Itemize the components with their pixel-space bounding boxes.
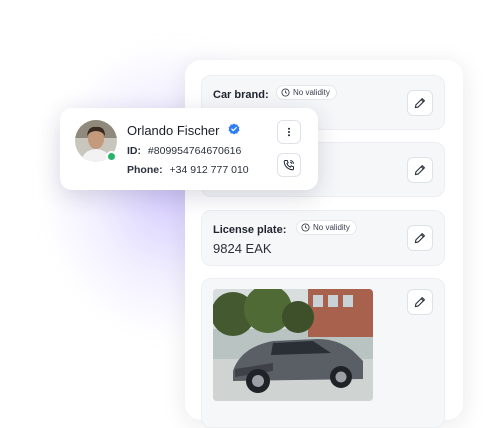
contact-card: Orlando Fischer ID: #809954764670616 Pho…: [60, 108, 318, 190]
edit-car-photo-button[interactable]: [407, 289, 433, 315]
car-photo: [213, 289, 373, 401]
more-vertical-icon: [288, 127, 290, 137]
contact-phone-line: Phone: +34 912 777 010: [127, 164, 249, 176]
license-plate-label: License plate:: [213, 224, 287, 236]
contact-name: Orlando Fischer: [127, 123, 220, 138]
contact-id-value: #809954764670616: [147, 145, 242, 157]
car-brand-label: Car brand:: [213, 89, 269, 101]
license-plate-card: License plate: No validity 9824 EAK: [201, 210, 445, 266]
edit-car-brand-button[interactable]: [407, 90, 433, 116]
pencil-icon: [414, 297, 425, 308]
pencil-icon: [414, 233, 425, 244]
clock-icon: [281, 88, 290, 97]
clock-icon: [301, 223, 310, 232]
pencil-icon: [414, 98, 425, 109]
contact-phone-label: Phone:: [127, 164, 163, 176]
validity-text: No validity: [293, 88, 330, 97]
car-brand-validity-badge: No validity: [276, 85, 337, 100]
contact-phone-value: +34 912 777 010: [169, 164, 249, 176]
verified-badge-icon: [228, 123, 240, 135]
more-options-button[interactable]: [277, 120, 301, 144]
contact-id-label: ID:: [127, 145, 141, 157]
license-plate-value: 9824 EAK: [213, 241, 272, 256]
edit-license-plate-button[interactable]: [407, 225, 433, 251]
pencil-icon: [414, 165, 425, 176]
contact-id-line: ID: #809954764670616: [127, 145, 241, 157]
validity-text: No validity: [313, 223, 350, 232]
edit-field-2-button[interactable]: [407, 157, 433, 183]
online-status-dot: [106, 151, 117, 162]
license-plate-validity-badge: No validity: [296, 220, 357, 235]
call-button[interactable]: [277, 153, 301, 177]
car-photo-card: [201, 278, 445, 428]
phone-call-icon: [283, 160, 294, 171]
